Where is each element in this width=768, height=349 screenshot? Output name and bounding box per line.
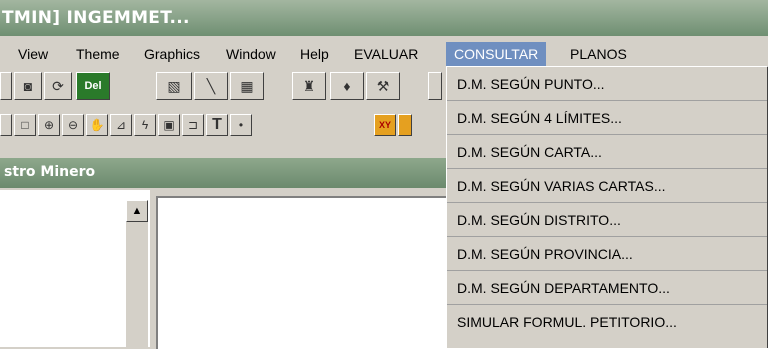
edit-icon: ▧ bbox=[167, 77, 181, 94]
menu-item-simular[interactable]: SIMULAR FORMUL. PETITORIO... bbox=[447, 305, 767, 339]
toolbar-row-1: ◙ ⟳ Del ▧ ╲ ▦ ♜ ♦ ⚒ bbox=[0, 72, 442, 104]
menu-evaluar[interactable]: EVALUAR bbox=[350, 45, 422, 65]
camera-icon: ◙ bbox=[23, 78, 33, 94]
pan-icon: ✋ bbox=[89, 118, 105, 132]
measure-icon: ⊿ bbox=[115, 118, 127, 132]
panel-title: stro Minero bbox=[4, 164, 96, 180]
grid-icon: ▦ bbox=[240, 77, 254, 94]
pin-button[interactable]: ♦ bbox=[330, 72, 364, 100]
xy-icon: XY bbox=[378, 120, 391, 130]
refresh-icon: ⟳ bbox=[52, 77, 64, 94]
window-title: TMIN] INGEMMET... bbox=[2, 8, 190, 28]
menu-item-departamento[interactable]: D.M. SEGÚN DEPARTAMENTO... bbox=[447, 271, 767, 305]
consultar-dropdown: D.M. SEGÚN PUNTO... D.M. SEGÚN 4 LÍMITES… bbox=[446, 66, 768, 348]
menu-item-carta[interactable]: D.M. SEGÚN CARTA... bbox=[447, 135, 767, 169]
grid-button[interactable]: ▦ bbox=[230, 72, 264, 100]
menu-item-provincia[interactable]: D.M. SEGÚN PROVINCIA... bbox=[447, 237, 767, 271]
delete-icon: Del bbox=[84, 80, 102, 92]
menu-planos[interactable]: PLANOS bbox=[566, 45, 631, 65]
pencil-icon: ╲ bbox=[206, 77, 216, 94]
graphic-button[interactable]: ▣ bbox=[158, 114, 180, 136]
toolbar-row-2: □ ⊕ ⊖ ✋ ⊿ ϟ ▣ ⊐ T • XY bbox=[0, 110, 440, 142]
point-button[interactable]: • bbox=[230, 114, 252, 136]
label-button[interactable]: ⊐ bbox=[182, 114, 204, 136]
more-button[interactable] bbox=[428, 72, 442, 100]
text-icon: T bbox=[212, 116, 222, 133]
toolbar-button[interactable] bbox=[0, 114, 12, 136]
xy-button[interactable]: XY bbox=[374, 114, 396, 136]
zoom-out-icon: ⊖ bbox=[67, 118, 79, 132]
xy-button-2[interactable] bbox=[398, 114, 412, 136]
measure-button[interactable]: ⊿ bbox=[110, 114, 132, 136]
zoom-in-icon: ⊕ bbox=[43, 118, 55, 132]
select-icon: □ bbox=[21, 118, 29, 132]
menu-view[interactable]: View bbox=[14, 45, 52, 65]
select-button[interactable]: □ bbox=[14, 114, 36, 136]
label-icon: ⊐ bbox=[187, 118, 199, 132]
binoculars-button[interactable]: ♜ bbox=[292, 72, 326, 100]
tool-icon: ⚒ bbox=[376, 77, 390, 94]
tool-button[interactable]: ⚒ bbox=[366, 72, 400, 100]
menu-graphics[interactable]: Graphics bbox=[140, 45, 204, 65]
dot-icon: • bbox=[238, 118, 244, 132]
menu-item-distrito[interactable]: D.M. SEGÚN DISTRITO... bbox=[447, 203, 767, 237]
graphic-icon: ▣ bbox=[163, 118, 175, 132]
scroll-up-button[interactable]: ▲ bbox=[126, 200, 148, 222]
menu-item-limites[interactable]: D.M. SEGÚN 4 LÍMITES... bbox=[447, 101, 767, 135]
menu-item-varias-cartas[interactable]: D.M. SEGÚN VARIAS CARTAS... bbox=[447, 169, 767, 203]
lightning-icon: ϟ bbox=[141, 118, 149, 132]
menu-bar: View Theme Graphics Window Help EVALUAR … bbox=[0, 42, 768, 66]
edit-button[interactable]: ▧ bbox=[156, 72, 192, 100]
pan-button[interactable]: ✋ bbox=[86, 114, 108, 136]
menu-window[interactable]: Window bbox=[222, 45, 280, 65]
binoculars-icon: ♜ bbox=[302, 77, 316, 94]
hotlink-button[interactable]: ϟ bbox=[134, 114, 156, 136]
refresh-button[interactable]: ⟳ bbox=[44, 72, 72, 100]
delete-button[interactable]: Del bbox=[76, 72, 110, 100]
text-button[interactable]: T bbox=[206, 114, 228, 136]
pencil-button[interactable]: ╲ bbox=[194, 72, 228, 100]
zoom-in-button[interactable]: ⊕ bbox=[38, 114, 60, 136]
menu-help[interactable]: Help bbox=[296, 45, 333, 65]
scrollbar[interactable]: ▲ bbox=[126, 200, 148, 347]
camera-button[interactable]: ◙ bbox=[14, 72, 42, 100]
pin-icon: ♦ bbox=[343, 78, 351, 94]
menu-theme[interactable]: Theme bbox=[72, 45, 124, 65]
zoom-out-button[interactable]: ⊖ bbox=[62, 114, 84, 136]
arrow-up-icon: ▲ bbox=[131, 205, 143, 217]
title-bar: TMIN] INGEMMET... bbox=[0, 0, 768, 36]
menu-item-punto[interactable]: D.M. SEGÚN PUNTO... bbox=[447, 67, 767, 101]
menu-consultar[interactable]: CONSULTAR bbox=[446, 42, 547, 66]
toolbar-button[interactable] bbox=[0, 72, 12, 100]
